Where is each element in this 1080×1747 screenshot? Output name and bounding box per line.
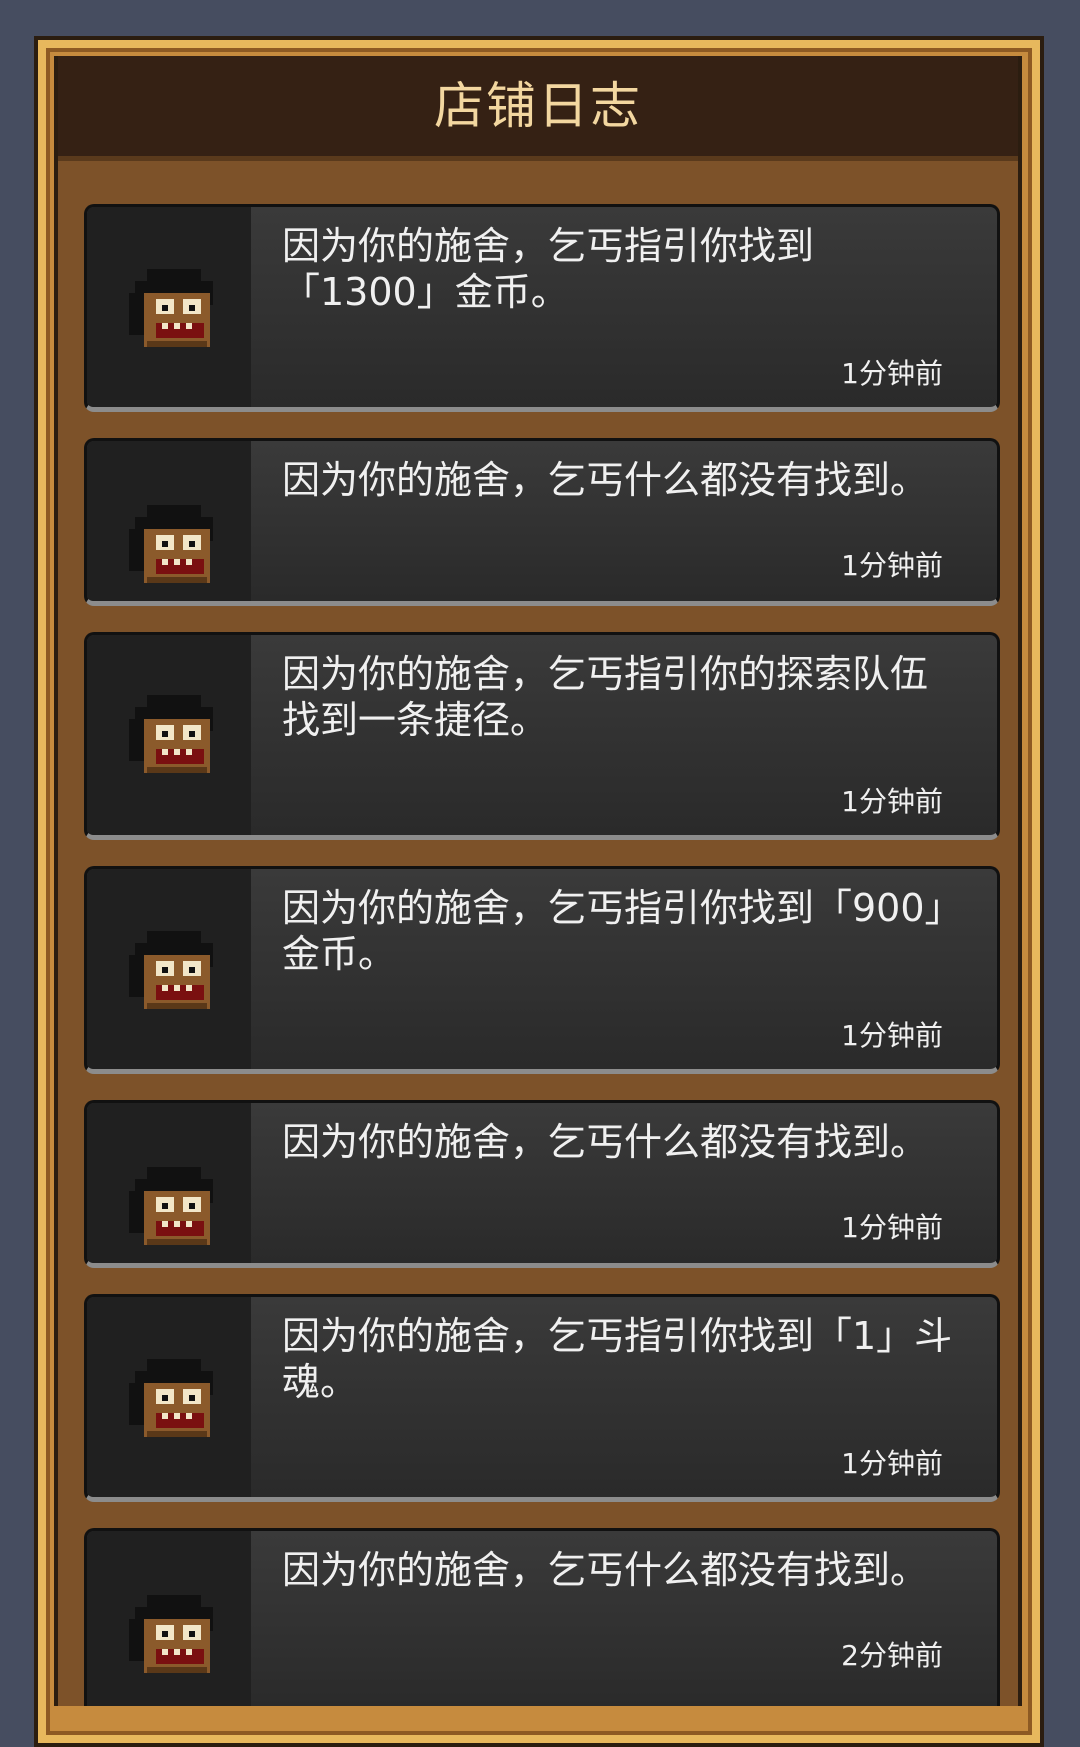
page-title: 店铺日志 [434, 77, 642, 135]
beggar-icon [129, 695, 213, 773]
log-list[interactable]: 因为你的施舍，乞丐指引你找到 「1300」金币。 1分钟前 因为你的施舍，乞丐什… [84, 204, 1000, 1706]
log-message: 因为你的施舍，乞丐什么都没有找到。 [282, 458, 929, 502]
log-time: 2分钟前 [841, 1639, 943, 1672]
avatar-container [87, 207, 251, 407]
avatar-container [87, 635, 251, 835]
log-time: 1分钟前 [841, 549, 943, 582]
shop-log-panel: 店铺日志 因为你的施舍，乞丐指引你找到 「1300」金币。 1分钟前 因为你的施… [54, 56, 1022, 1706]
log-message: 因为你的施舍，乞丐指引你找到 「1300」金币。 [282, 224, 815, 314]
log-message: 因为你的施舍，乞丐指引你的探索队伍 找到一条捷径。 [282, 652, 929, 742]
log-message: 因为你的施舍，乞丐什么都没有找到。 [282, 1120, 929, 1164]
log-message: 因为你的施舍，乞丐指引你找到「1」斗 魂。 [282, 1314, 953, 1404]
beggar-icon [129, 931, 213, 1009]
log-time: 1分钟前 [841, 1019, 943, 1052]
beggar-icon [129, 1595, 213, 1673]
log-entry[interactable]: 因为你的施舍，乞丐指引你找到 「1300」金币。 1分钟前 [84, 204, 1000, 412]
beggar-icon [129, 1167, 213, 1245]
beggar-icon [129, 269, 213, 347]
avatar-container [87, 1531, 251, 1706]
log-entry[interactable]: 因为你的施舍，乞丐什么都没有找到。 2分钟前 [84, 1528, 1000, 1706]
avatar-container [87, 1297, 251, 1497]
log-time: 1分钟前 [841, 1211, 943, 1244]
log-time: 1分钟前 [841, 785, 943, 818]
log-entry[interactable]: 因为你的施舍，乞丐指引你找到「900」 金币。 1分钟前 [84, 866, 1000, 1074]
log-entry[interactable]: 因为你的施舍，乞丐指引你的探索队伍 找到一条捷径。 1分钟前 [84, 632, 1000, 840]
log-time: 1分钟前 [841, 357, 943, 390]
log-message: 因为你的施舍，乞丐什么都没有找到。 [282, 1548, 929, 1592]
avatar-container [87, 869, 251, 1069]
log-time: 1分钟前 [841, 1447, 943, 1480]
log-entry[interactable]: 因为你的施舍，乞丐什么都没有找到。 1分钟前 [84, 438, 1000, 606]
avatar-container [87, 1103, 251, 1263]
log-entry[interactable]: 因为你的施舍，乞丐指引你找到「1」斗 魂。 1分钟前 [84, 1294, 1000, 1502]
log-entry[interactable]: 因为你的施舍，乞丐什么都没有找到。 1分钟前 [84, 1100, 1000, 1268]
panel-header: 店铺日志 [58, 56, 1018, 161]
avatar-container [87, 441, 251, 601]
beggar-icon [129, 1359, 213, 1437]
log-message: 因为你的施舍，乞丐指引你找到「900」 金币。 [282, 886, 963, 976]
beggar-icon [129, 505, 213, 583]
